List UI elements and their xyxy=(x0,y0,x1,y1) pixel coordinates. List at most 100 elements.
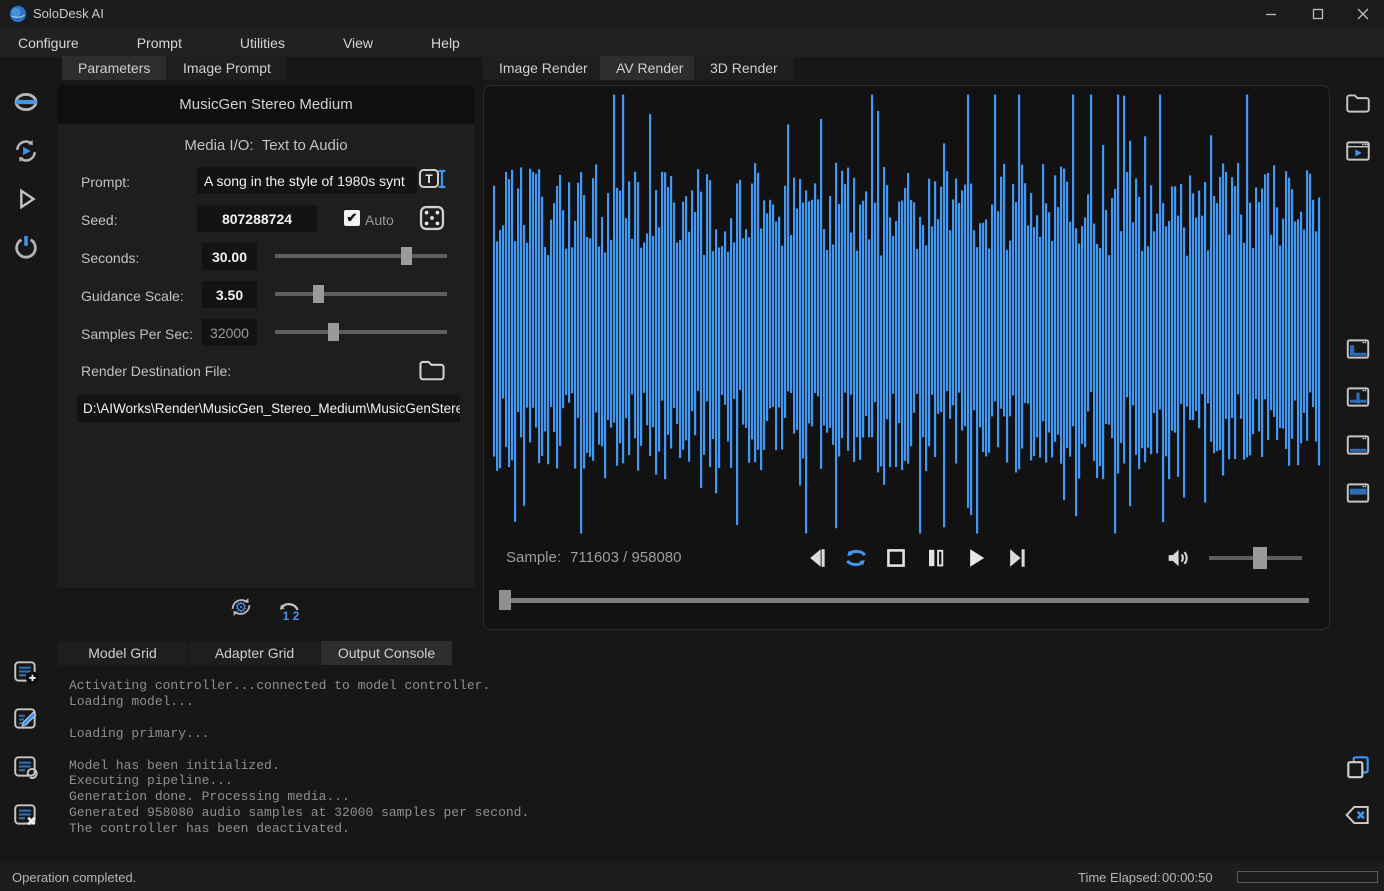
tab-parameters[interactable]: Parameters xyxy=(62,56,166,80)
copy-icon[interactable] xyxy=(1343,752,1373,782)
guidance-slider-thumb[interactable] xyxy=(313,285,324,303)
tab-parameters-label: Parameters xyxy=(78,60,150,76)
menu-item-prompt[interactable]: Prompt xyxy=(119,28,200,57)
browse-folder-button[interactable] xyxy=(417,355,447,385)
skip-back-button[interactable] xyxy=(802,544,830,572)
samples-per-sec-input[interactable]: 32000 xyxy=(202,319,257,346)
layout-bottom-icon[interactable] xyxy=(1343,430,1373,460)
redo-steps-label: 1 2 xyxy=(283,609,300,623)
menu-item-view[interactable]: View xyxy=(325,28,391,57)
samples-slider-track xyxy=(275,330,447,334)
document-edit-icon[interactable] xyxy=(11,704,41,734)
sync-play-icon[interactable] xyxy=(11,136,41,166)
tab-av-render[interactable]: AV Render xyxy=(600,56,699,80)
playback-controls-row: Sample: 711603 / 958080 xyxy=(484,538,1329,578)
play-button[interactable] xyxy=(962,544,990,572)
backspace-icon[interactable] xyxy=(1343,800,1373,830)
link-icon[interactable] xyxy=(11,87,41,117)
menu-bar: Configure Prompt Utilities View Help xyxy=(0,28,1384,57)
menu-item-help[interactable]: Help xyxy=(413,28,478,57)
seconds-slider-thumb[interactable] xyxy=(401,247,412,265)
prompt-text-edit-button[interactable]: T xyxy=(417,165,447,195)
tab-image-render[interactable]: Image Render xyxy=(483,56,604,80)
seconds-slider-track xyxy=(275,254,447,258)
volume-icon[interactable] xyxy=(1164,544,1192,572)
power-icon[interactable] xyxy=(11,232,41,262)
auto-generate-settings-icon[interactable]: ⚙ xyxy=(226,592,256,627)
tab-adapter-grid[interactable]: Adapter Grid xyxy=(189,641,320,665)
minimize-icon xyxy=(1265,8,1277,20)
skip-forward-button[interactable] xyxy=(1002,544,1030,572)
tab-output-console-label: Output Console xyxy=(338,645,435,661)
parameters-footer: ⚙ 1 2 xyxy=(57,588,475,630)
app-logo-icon xyxy=(9,5,27,23)
menu-item-configure[interactable]: Configure xyxy=(0,28,97,57)
checkmark-icon: ✔ xyxy=(347,210,358,226)
tab-av-render-label: AV Render xyxy=(616,60,683,76)
volume-slider[interactable] xyxy=(1209,549,1302,567)
close-icon xyxy=(1357,8,1369,20)
redo-steps-icon[interactable]: 1 2 xyxy=(272,594,306,624)
seconds-slider[interactable] xyxy=(275,247,447,265)
guidance-scale-slider[interactable] xyxy=(275,285,447,303)
sample-label: Sample: xyxy=(506,549,561,566)
document-delete-icon[interactable] xyxy=(11,800,41,830)
tab-3d-render[interactable]: 3D Render xyxy=(694,56,794,80)
parameters-panel: MusicGen Stereo Medium Media I/O: Text t… xyxy=(57,85,475,630)
progress-bar xyxy=(1237,871,1378,883)
maximize-icon xyxy=(1312,8,1324,20)
auto-seed-checkbox[interactable]: ✔ xyxy=(344,210,360,226)
close-button[interactable] xyxy=(1340,0,1384,28)
guidance-scale-input[interactable]: 3.50 xyxy=(202,281,257,308)
time-elapsed-label: Time Elapsed: xyxy=(1078,870,1161,885)
seconds-input[interactable]: 30.00 xyxy=(202,243,257,270)
samples-per-sec-slider[interactable] xyxy=(275,323,447,341)
media-io-label: Media I/O: xyxy=(184,137,253,154)
play-outline-icon[interactable] xyxy=(11,184,41,214)
tab-model-grid-label: Model Grid xyxy=(88,645,156,661)
media-window-icon[interactable] xyxy=(1343,136,1373,166)
layout-split-icon[interactable] xyxy=(1343,382,1373,412)
document-refresh-icon[interactable] xyxy=(11,752,41,782)
av-render-panel: Sample: 711603 / 958080 xyxy=(483,85,1330,630)
guidance-slider-track xyxy=(275,292,447,296)
time-elapsed-value: 00:00:50 xyxy=(1162,870,1213,885)
status-message: Operation completed. xyxy=(12,870,136,885)
layout-top-icon[interactable] xyxy=(1343,478,1373,508)
tab-model-grid[interactable]: Model Grid xyxy=(57,641,188,665)
svg-text:T: T xyxy=(425,172,433,186)
samples-slider-thumb[interactable] xyxy=(328,323,339,341)
auto-seed-label: Auto xyxy=(365,212,394,228)
seek-slider[interactable] xyxy=(499,590,1309,610)
folder-icon[interactable] xyxy=(1343,88,1373,118)
sample-counter: 711603 / 958080 xyxy=(570,549,682,566)
seek-slider-track xyxy=(499,598,1309,603)
dice-random-seed-button[interactable] xyxy=(417,203,447,233)
tab-image-prompt[interactable]: Image Prompt xyxy=(167,56,287,80)
loop-button[interactable] xyxy=(842,544,870,572)
model-name-header: MusicGen Stereo Medium xyxy=(57,85,475,124)
seek-slider-thumb[interactable] xyxy=(499,590,511,610)
volume-slider-thumb[interactable] xyxy=(1253,547,1267,569)
console-output-text: Activating controller...connected to mod… xyxy=(69,678,529,837)
guidance-scale-label: Guidance Scale: xyxy=(81,288,184,304)
menu-item-utilities[interactable]: Utilities xyxy=(222,28,303,57)
render-destination-path-input[interactable]: D:\AIWorks\Render\MusicGen_Stereo_Medium… xyxy=(77,395,460,422)
tab-image-render-label: Image Render xyxy=(499,60,588,76)
status-bar: Operation completed. Time Elapsed: 00:00… xyxy=(0,863,1384,891)
prompt-input[interactable]: A song in the style of 1980s synt xyxy=(197,167,417,194)
audio-waveform[interactable] xyxy=(493,90,1321,538)
pause-button[interactable] xyxy=(922,544,950,572)
seed-input[interactable]: 807288724 xyxy=(197,205,317,232)
output-console[interactable]: Activating controller...connected to mod… xyxy=(57,667,1330,853)
stop-button[interactable] xyxy=(882,544,910,572)
tab-output-console[interactable]: Output Console xyxy=(321,641,452,665)
layout-left-bottom-icon[interactable] xyxy=(1343,334,1373,364)
svg-text:⚙: ⚙ xyxy=(235,599,248,615)
minimize-button[interactable] xyxy=(1248,0,1294,28)
prompt-label: Prompt: xyxy=(81,174,130,190)
maximize-button[interactable] xyxy=(1295,0,1341,28)
document-add-icon[interactable] xyxy=(11,657,41,687)
media-io-value: Text to Audio xyxy=(262,137,348,154)
render-destination-label: Render Destination File: xyxy=(81,363,231,379)
